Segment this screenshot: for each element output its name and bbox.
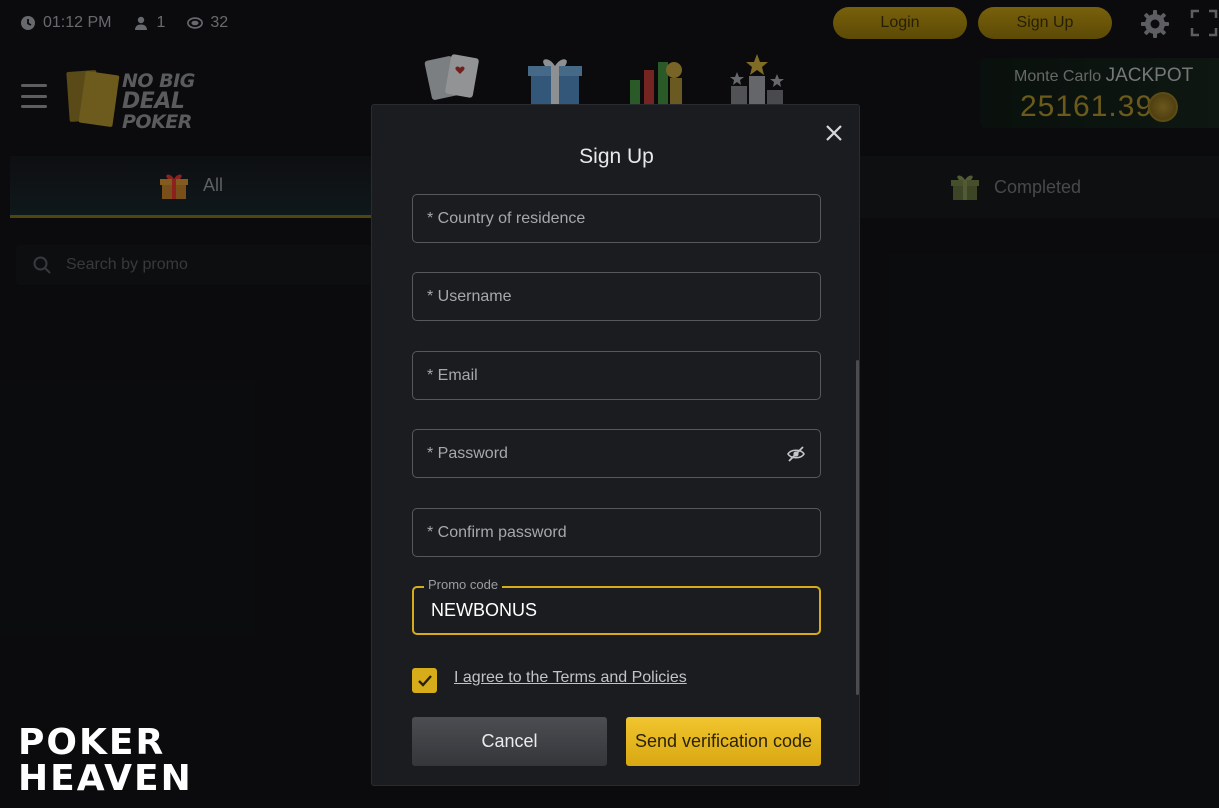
username-placeholder: * Username: [427, 287, 512, 305]
terms-checkbox[interactable]: [412, 668, 437, 693]
username-field[interactable]: * Username: [412, 272, 821, 321]
email-field[interactable]: * Email: [412, 351, 821, 400]
scrollbar[interactable]: [856, 360, 859, 695]
dialog-title: Sign Up: [579, 145, 654, 168]
send-verification-button[interactable]: Send verification code: [626, 717, 821, 766]
app-screen: 01:12 PM 1 32 Login Sign Up NO BIG DEAL …: [0, 0, 1219, 808]
checkmark-icon: [417, 674, 432, 687]
promo-code-value: NEWBONUS: [431, 600, 538, 620]
country-field[interactable]: * Country of residence: [412, 194, 821, 243]
password-placeholder: * Password: [427, 444, 508, 462]
terms-link[interactable]: I agree to the Terms and Policies: [454, 668, 687, 688]
signup-dialog: Sign Up * Country of residence * Usernam…: [371, 104, 860, 786]
cancel-button[interactable]: Cancel: [412, 717, 607, 766]
promo-code-label: Promo code: [424, 577, 503, 592]
password-field[interactable]: * Password: [412, 429, 821, 478]
email-placeholder: * Email: [427, 366, 478, 384]
confirm-password-field[interactable]: * Confirm password: [412, 508, 821, 557]
close-icon[interactable]: [822, 121, 846, 145]
watermark-logo: POKER HEAVEN: [18, 725, 193, 797]
watermark-line-2: HEAVEN: [18, 758, 193, 799]
confirm-password-placeholder: * Confirm password: [427, 523, 567, 541]
eye-off-icon[interactable]: [786, 444, 806, 464]
country-placeholder: * Country of residence: [427, 209, 586, 227]
watermark-line-1: POKER: [18, 722, 166, 763]
promo-code-field[interactable]: NEWBONUS: [412, 586, 821, 635]
